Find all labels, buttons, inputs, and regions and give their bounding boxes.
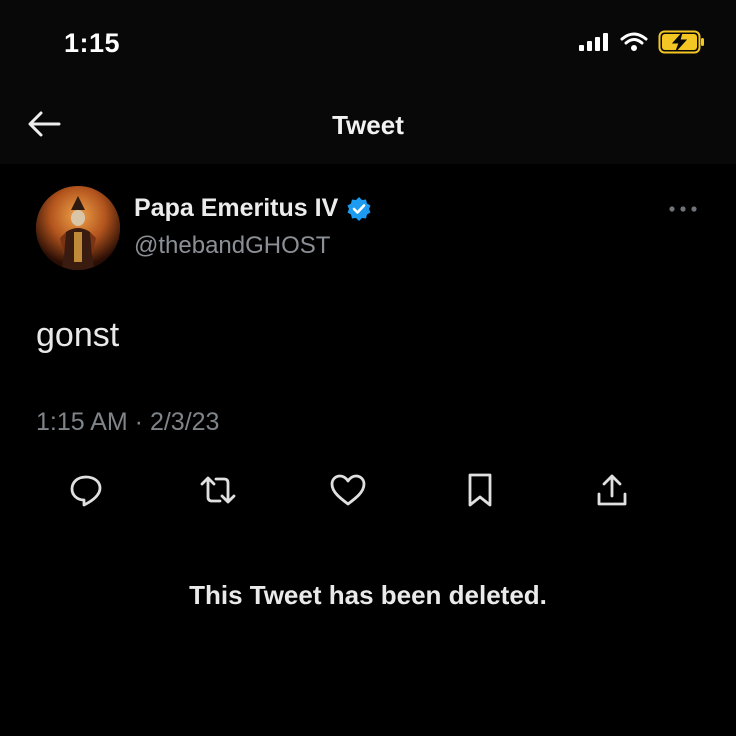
nav-bar: Tweet — [0, 88, 736, 164]
signal-icon — [578, 32, 610, 57]
status-bar: 1:15 — [0, 0, 736, 88]
status-time: 1:15 — [64, 28, 121, 58]
deleted-notice: This Tweet has been deleted. — [189, 580, 547, 610]
bookmark-button[interactable] — [456, 468, 504, 516]
reply-button[interactable] — [62, 468, 110, 516]
status-icons — [578, 30, 706, 59]
page-title: Tweet — [332, 110, 404, 140]
author-name-text: Papa Emeritus IV — [134, 194, 339, 222]
retweet-icon — [198, 472, 238, 513]
avatar[interactable] — [36, 186, 120, 270]
heart-icon — [329, 473, 367, 512]
reply-icon — [68, 472, 104, 513]
tweet-detail: Papa Emeritus IV @thebandGHOST gonst 1:1… — [0, 164, 736, 736]
share-button[interactable] — [588, 468, 636, 516]
tweet-actions — [0, 464, 736, 520]
more-horizontal-icon — [668, 203, 698, 220]
more-button[interactable] — [668, 202, 698, 216]
share-icon — [595, 472, 629, 513]
author-name[interactable]: Papa Emeritus IV — [134, 194, 372, 223]
retweet-button[interactable] — [194, 468, 242, 516]
tweet-timestamp[interactable]: 1:15 AM · 2/3/23 — [36, 408, 219, 437]
author-handle[interactable]: @thebandGHOST — [134, 232, 330, 260]
like-button[interactable] — [324, 468, 372, 516]
bookmark-icon — [465, 472, 495, 513]
battery-charging-icon — [658, 30, 706, 59]
tweet-text: gonst — [36, 316, 120, 354]
wifi-icon — [620, 32, 648, 57]
verified-badge-icon — [346, 196, 372, 222]
